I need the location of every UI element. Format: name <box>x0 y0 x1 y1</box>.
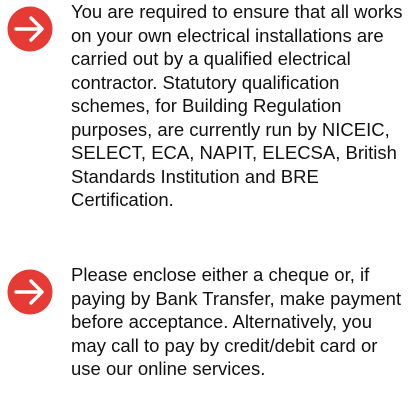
notice-text: Please enclose either a cheque or, if pa… <box>71 264 402 379</box>
arrow-right-icon <box>7 6 53 52</box>
arrow-right-icon <box>7 269 53 315</box>
notice-text: You are required to ensure that all work… <box>71 1 403 210</box>
